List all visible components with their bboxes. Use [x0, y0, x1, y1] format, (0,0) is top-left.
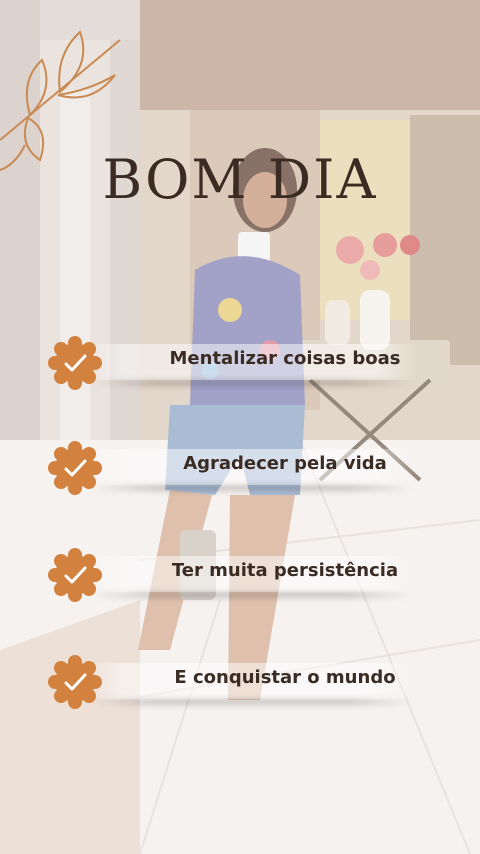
list-item: Ter muita persistência	[0, 544, 480, 604]
list-item-label: E conquistar o mundo	[174, 667, 396, 688]
list-item: E conquistar o mundo	[0, 651, 480, 711]
page-title: BOM DIA	[102, 148, 378, 211]
list-item: Agradecer pela vida	[0, 437, 480, 497]
label-band-shadow	[92, 380, 412, 386]
check-badge-icon	[48, 441, 102, 495]
list-item-label: Agradecer pela vida	[183, 453, 387, 474]
list-item-label: Mentalizar coisas boas	[169, 348, 401, 369]
check-badge-icon	[48, 548, 102, 602]
check-badge-icon	[48, 655, 102, 709]
label-band-shadow	[92, 485, 412, 491]
label-band-shadow	[92, 592, 412, 598]
list-item: Mentalizar coisas boas	[0, 332, 480, 392]
list-item-label: Ter muita persistência	[171, 560, 399, 581]
check-badge-icon	[48, 336, 102, 390]
label-band-shadow	[92, 699, 412, 705]
